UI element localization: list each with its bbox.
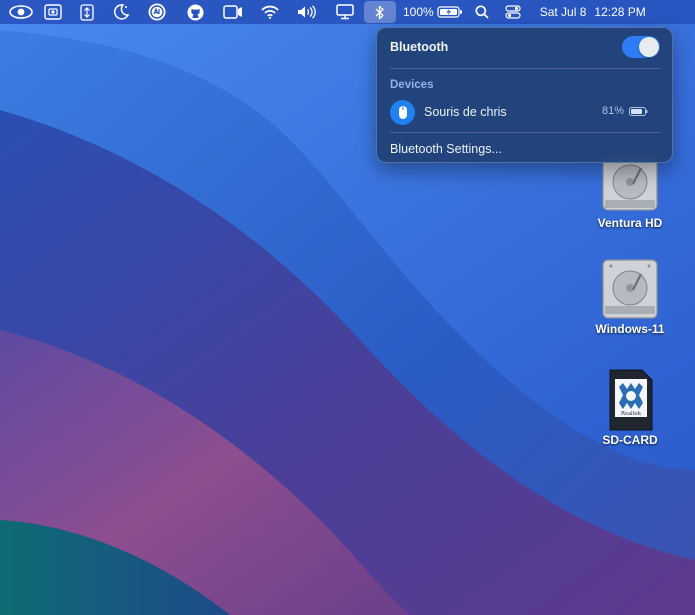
hard-drive-icon <box>602 156 658 211</box>
device-battery-percent: 81% <box>601 105 624 117</box>
bluetooth-toggle[interactable] <box>622 36 660 58</box>
menubar-time[interactable]: 12:28 PM <box>594 5 645 19</box>
desktop-icon-ventura-hd[interactable]: Ventura HD <box>580 156 680 230</box>
sd-card-brand: Realtek <box>621 411 642 417</box>
battery-icon[interactable] <box>434 0 466 24</box>
desktop-icon-windows-11[interactable]: Windows-11 <box>580 258 680 336</box>
divider <box>390 132 660 133</box>
devices-section-label: Devices <box>390 79 434 91</box>
sd-card-icon: Realtek <box>609 369 653 431</box>
github-icon[interactable] <box>176 0 214 24</box>
device-row-souris[interactable]: Souris de chris 81% <box>390 99 660 125</box>
control-center-icon[interactable] <box>498 0 528 24</box>
bluetooth-icon[interactable] <box>364 1 396 23</box>
keyboard-layout-icon[interactable] <box>138 0 176 24</box>
moon-icon[interactable] <box>104 0 138 24</box>
display-icon[interactable] <box>326 0 364 24</box>
menu-bar: 100% Sat Jul 8 12:28 PM <box>0 0 695 24</box>
desktop: 100% Sat Jul 8 12:28 PM Ventura HD Windo… <box>0 0 695 615</box>
transfer-icon[interactable] <box>70 0 104 24</box>
toggle-knob <box>639 37 659 57</box>
desktop-icon-label: SD-CARD <box>602 433 658 447</box>
bluetooth-panel-title: Bluetooth <box>390 40 449 54</box>
bluetooth-settings-button[interactable]: Bluetooth Settings... <box>390 142 502 156</box>
battery-percent: 100% <box>403 5 434 19</box>
screenshot-icon[interactable] <box>36 0 70 24</box>
wifi-icon[interactable] <box>252 0 288 24</box>
desktop-icon-sd-card[interactable]: Realtek SD-CARD <box>580 369 680 447</box>
menubar-date[interactable]: Sat Jul 8 <box>540 5 587 19</box>
desktop-icon-label: Windows-11 <box>595 322 665 336</box>
divider <box>390 68 660 69</box>
desktop-icon-label: Ventura HD <box>597 216 663 230</box>
mouse-icon <box>390 99 415 125</box>
device-battery-icon <box>629 107 648 116</box>
screen-record-icon[interactable] <box>214 0 252 24</box>
hard-drive-icon <box>602 259 658 319</box>
bluetooth-menu-panel: Bluetooth Devices Souris de chris 81% Bl… <box>376 27 673 163</box>
volume-icon[interactable] <box>288 0 326 24</box>
eye-icon[interactable] <box>6 0 36 24</box>
device-name: Souris de chris <box>424 105 507 119</box>
search-icon[interactable] <box>466 0 498 24</box>
